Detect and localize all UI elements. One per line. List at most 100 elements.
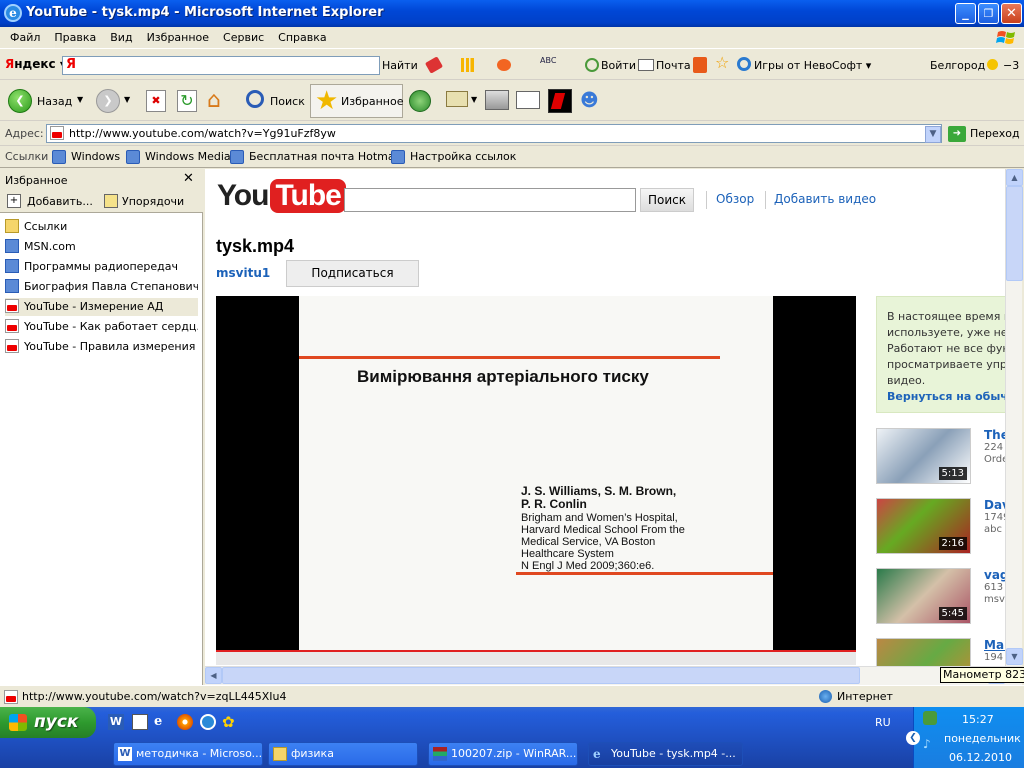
edit-icon[interactable] [516,91,540,109]
address-dropdown[interactable]: ▼ [925,126,941,143]
browse-link[interactable]: Обзор [716,192,754,206]
minimize-button[interactable]: _ [955,3,976,24]
task-word[interactable]: Wметодичка - Microso... [113,742,263,766]
yandex-find-button[interactable]: Найти [382,59,418,72]
start-button[interactable]: пуск [0,707,96,738]
hscroll-thumb[interactable] [222,667,860,684]
paint-quicklaunch-icon[interactable]: ✿ [222,714,238,730]
title-bar[interactable]: e YouTube - tysk.mp4 - Microsoft Interne… [0,0,1024,27]
video-thumbnail[interactable]: 5:13 [876,428,971,484]
menu-edit[interactable]: Правка [54,31,96,44]
history-icon[interactable] [409,90,431,112]
yandex-login-button[interactable]: Войти [601,59,636,72]
upload-link[interactable]: Добавить видео [774,192,876,206]
stop-icon[interactable]: ✖ [146,90,166,112]
forward-dropdown[interactable]: ▼ [124,95,130,104]
vertical-scrollbar[interactable]: ▲ ▼ [1005,169,1023,666]
messenger-icon[interactable]: ☻ [580,90,604,112]
update-quicklaunch-icon[interactable] [200,714,216,730]
link-customize[interactable]: Настройка ссылок [410,150,516,163]
yandex-search-input[interactable]: Я [62,56,380,75]
scroll-down-arrow[interactable]: ▼ [1006,648,1023,665]
go-arrow-icon[interactable]: ➜ [948,126,966,142]
related-video[interactable]: Man 194 [876,638,1005,666]
menu-favorites[interactable]: Избранное [147,31,209,44]
language-indicator[interactable]: RU [875,716,891,729]
close-button[interactable]: ✕ [1001,3,1022,24]
youtube-search-input[interactable] [344,188,636,212]
menu-help[interactable]: Справка [278,31,326,44]
marker-icon[interactable] [424,56,444,74]
kaspersky-icon[interactable] [548,89,572,113]
related-video[interactable]: 5:13 The 224 Orde [876,428,1005,488]
mail-icon[interactable] [638,59,654,71]
game-icon[interactable] [737,57,751,71]
fav-item-links[interactable]: Ссылки [5,218,198,236]
tray-collapse-icon[interactable]: ❮ [906,731,920,745]
notice-link[interactable]: Вернуться на обычн [887,390,1005,403]
fav-item-youtube-3[interactable]: YouTube - Правила измерения ... [5,338,198,356]
city-label[interactable]: Белгород [930,59,985,72]
menu-file[interactable]: Файл [10,31,40,44]
refresh-icon[interactable]: ↻ [177,90,197,112]
mail-envelope-icon[interactable] [446,91,468,107]
home-fire-icon[interactable] [693,57,707,73]
menu-view[interactable]: Вид [110,31,132,44]
fav-item-msn[interactable]: MSN.com [5,238,198,256]
task-youtube-ie[interactable]: e YouTube - tysk.mp4 -... [588,742,743,766]
favorites-pane-close[interactable]: ✕ [183,171,194,186]
link-windows-media[interactable]: Windows Media [145,150,231,163]
scroll-left-arrow[interactable]: ◀ [205,667,222,684]
video-thumbnail[interactable] [876,638,971,666]
desktop-quicklaunch-icon[interactable] [132,714,148,730]
search-button[interactable]: Поиск [270,95,305,108]
back-dropdown[interactable]: ▼ [77,95,83,104]
player-controls[interactable] [216,650,856,665]
media-quicklaunch-icon[interactable] [177,714,193,730]
organize-button[interactable]: Упорядочи [122,195,184,208]
search-magnifier-icon[interactable] [246,90,264,108]
youtube-logo[interactable]: You Tube [217,179,346,219]
task-folder[interactable]: физика [268,742,418,766]
address-input[interactable]: http://www.youtube.com/watch?v=Yg91uFzf8… [46,124,942,143]
mail-dropdown[interactable]: ▼ [471,95,477,104]
youtube-search-button[interactable]: Поиск [640,188,694,212]
link-windows[interactable]: Windows [71,150,120,163]
home-icon[interactable]: ⌂ [207,89,231,113]
maximize-button[interactable]: ❐ [978,3,999,24]
yandex-logo[interactable]: Яндекс ▾ [5,57,66,71]
link-hotmail[interactable]: Бесплатная почта Hotmail [249,150,401,163]
signal-bars-icon[interactable] [461,58,477,72]
network-icon[interactable] [923,711,937,725]
related-title[interactable]: The [984,428,1005,442]
scroll-up-arrow[interactable]: ▲ [1006,169,1023,186]
ie-quicklaunch-icon[interactable]: e [154,714,170,730]
fav-item-radio[interactable]: Программы радиопередач [5,258,198,276]
key-icon[interactable] [585,58,599,72]
go-button[interactable]: Переход [970,127,1020,140]
task-winrar[interactable]: 100207.zip - WinRAR... [428,742,578,766]
fav-item-biography[interactable]: Биография Павла Степановича... [5,278,198,296]
star-icon[interactable]: ☆ [715,55,729,71]
related-title[interactable]: Man [984,638,1005,652]
related-video[interactable]: 2:16 Dav 1749 abc [876,498,1005,558]
chat-bubble-icon[interactable] [497,59,511,71]
add-favorite-button[interactable]: Добавить... [27,195,93,208]
speaker-icon[interactable]: ♪ [923,737,937,751]
forward-arrow-icon[interactable]: ❯ [96,89,120,113]
related-video[interactable]: 5:45 vag 613 msv [876,568,1005,628]
word-quicklaunch-icon[interactable]: W [108,714,124,730]
yandex-mail-button[interactable]: Почта [656,59,691,72]
yandex-games-button[interactable]: Игры от НевоСофт ▾ [754,59,871,72]
channel-link[interactable]: msvitu1 [216,266,270,280]
favorites-button[interactable]: ★ Избранное [310,84,403,118]
weather-temp[interactable]: −3 [1003,59,1019,72]
related-title[interactable]: vag [984,568,1005,582]
related-title[interactable]: Dav [984,498,1005,512]
horizontal-scrollbar[interactable]: ◀ ▶ [205,666,1022,685]
back-button[interactable]: Назад [37,95,72,108]
spellcheck-icon[interactable]: ABC [540,56,556,72]
video-player[interactable]: Вимірювання артеріального тиску J. S. Wi… [216,296,856,665]
fav-item-youtube-1[interactable]: YouTube - Измерение АД [5,298,198,316]
clock-time[interactable]: 15:27 [962,713,994,726]
